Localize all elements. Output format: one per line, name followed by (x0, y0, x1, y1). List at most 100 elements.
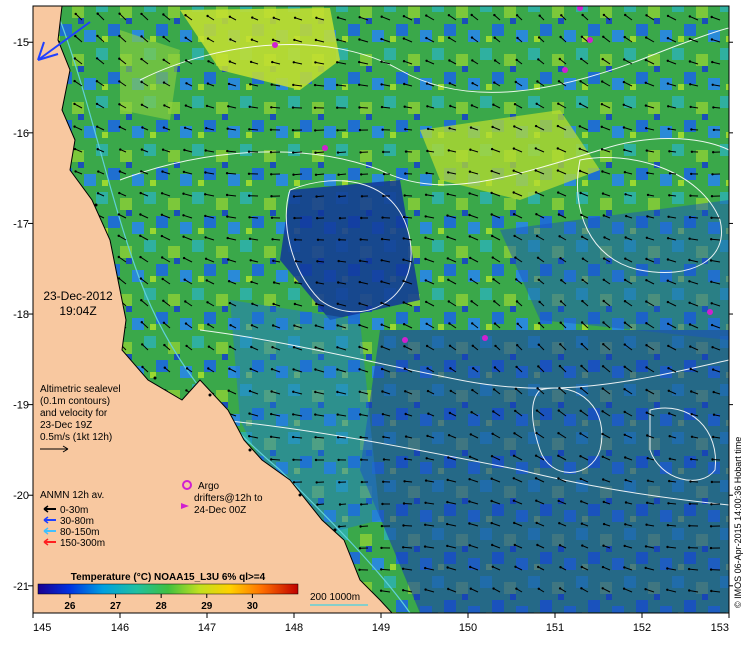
velocity-arrow-head (668, 390, 670, 392)
velocity-arrow-head (711, 61, 713, 63)
velocity-arrow-head (710, 238, 712, 240)
velocity-arrow-head (207, 37, 209, 39)
velocity-arrow-head (516, 14, 518, 16)
velocity-arrow-head (668, 480, 670, 482)
velocity-arrow-head (535, 455, 537, 457)
velocity-arrow-head (380, 38, 382, 40)
velocity-arrow-head (403, 345, 405, 347)
velocity-arrow-head (579, 455, 581, 457)
velocity-arrow-head (96, 35, 98, 37)
velocity-arrow-head (494, 37, 496, 39)
velocity-arrow-head (425, 37, 427, 39)
velocity-arrow-head (141, 321, 143, 323)
velocity-arrow-head (470, 278, 472, 280)
velocity-arrow-head (383, 458, 385, 460)
velocity-arrow-head (516, 344, 518, 346)
velocity-arrow-head (314, 413, 316, 415)
velocity-arrow-head (449, 345, 451, 347)
velocity-arrow (403, 547, 412, 548)
altimetry-note-line: and velocity for (40, 408, 108, 419)
velocity-arrow-head (447, 279, 449, 281)
velocity-arrow-head (292, 106, 294, 108)
velocity-arrow-head (273, 281, 275, 283)
velocity-arrow-head (559, 36, 561, 38)
velocity-arrow-head (403, 15, 405, 17)
colorbar (38, 584, 298, 594)
velocity-arrow-head (581, 523, 583, 525)
velocity-arrow-head (513, 432, 515, 434)
velocity-arrow-head (491, 235, 493, 237)
velocity-arrow-head (558, 522, 560, 524)
velocity-arrow-head (140, 277, 142, 279)
velocity-arrow-head (118, 213, 120, 215)
velocity-arrow-head (538, 36, 540, 38)
velocity-arrow-head (360, 238, 362, 240)
velocity-arrow-head (184, 279, 186, 281)
velocity-arrow-head (713, 391, 715, 393)
x-tick-label: 151 (546, 622, 564, 634)
velocity-arrow-head (447, 479, 449, 481)
velocity-arrow-head (97, 192, 99, 194)
velocity-arrow-head (404, 194, 406, 196)
velocity-arrow-head (359, 129, 361, 131)
velocity-arrow-head (119, 126, 121, 128)
velocity-arrow-head (425, 14, 427, 16)
velocity-arrow-head (316, 503, 318, 505)
velocity-arrow-head (293, 481, 295, 483)
velocity-arrow-head (491, 522, 493, 524)
velocity-arrow-head (118, 103, 120, 105)
velocity-arrow-head (380, 568, 382, 570)
velocity-arrow-head (668, 194, 670, 196)
velocity-arrow-head (404, 458, 406, 460)
anmn-legend-label: 80-150m (60, 527, 99, 538)
velocity-arrow-head (447, 257, 449, 259)
velocity-arrow-head (272, 303, 274, 305)
velocity-arrow-head (226, 215, 228, 217)
velocity-arrow-head (426, 345, 428, 347)
velocity-arrow-head (293, 39, 295, 41)
velocity-arrow-head (491, 455, 493, 457)
velocity-arrow-head (248, 216, 250, 218)
x-tick-label: 150 (459, 622, 477, 634)
velocity-arrow-head (382, 481, 384, 483)
velocity-arrow-head (226, 150, 228, 152)
velocity-arrow-head (689, 83, 691, 85)
velocity-arrow-head (516, 300, 518, 302)
velocity-arrow (316, 152, 325, 153)
velocity-arrow-head (624, 343, 626, 345)
velocity-arrow-head (292, 391, 294, 393)
velocity-arrow-head (449, 82, 451, 84)
velocity-arrow-head (560, 14, 562, 16)
velocity-arrow-head (425, 279, 427, 281)
velocity-arrow (404, 504, 412, 505)
velocity-arrow-head (359, 547, 361, 549)
velocity-arrow-head (270, 151, 272, 153)
velocity-arrow-head (403, 502, 405, 504)
velocity-arrow-head (315, 459, 317, 461)
velocity-arrow-head (229, 346, 231, 348)
velocity-arrow-head (471, 59, 473, 61)
velocity-arrow-head (624, 258, 626, 260)
velocity-arrow-head (404, 128, 406, 130)
velocity-arrow-head (227, 128, 229, 130)
velocity-arrow-head (293, 195, 295, 197)
velocity-arrow-head (581, 321, 583, 323)
velocity-arrow-head (229, 16, 231, 18)
velocity-arrow-head (603, 300, 605, 302)
velocity-arrow-head (186, 367, 188, 369)
velocity-arrow-head (645, 14, 647, 16)
velocity-arrow-head (317, 239, 319, 241)
velocity-arrow-head (645, 322, 647, 324)
velocity-arrow-head (491, 170, 493, 172)
velocity-arrow-head (469, 235, 471, 237)
velocity-arrow-head (426, 105, 428, 107)
velocity-arrow-head (426, 367, 428, 369)
velocity-arrow-head (558, 80, 560, 82)
velocity-arrow-head (469, 456, 471, 458)
velocity-arrow-head (644, 588, 646, 590)
velocity-arrow-head (73, 103, 75, 105)
velocity-arrow-head (424, 567, 426, 569)
velocity-arrow-head (358, 569, 360, 571)
velocity-arrow-head (162, 149, 164, 151)
velocity-arrow-head (538, 344, 540, 346)
